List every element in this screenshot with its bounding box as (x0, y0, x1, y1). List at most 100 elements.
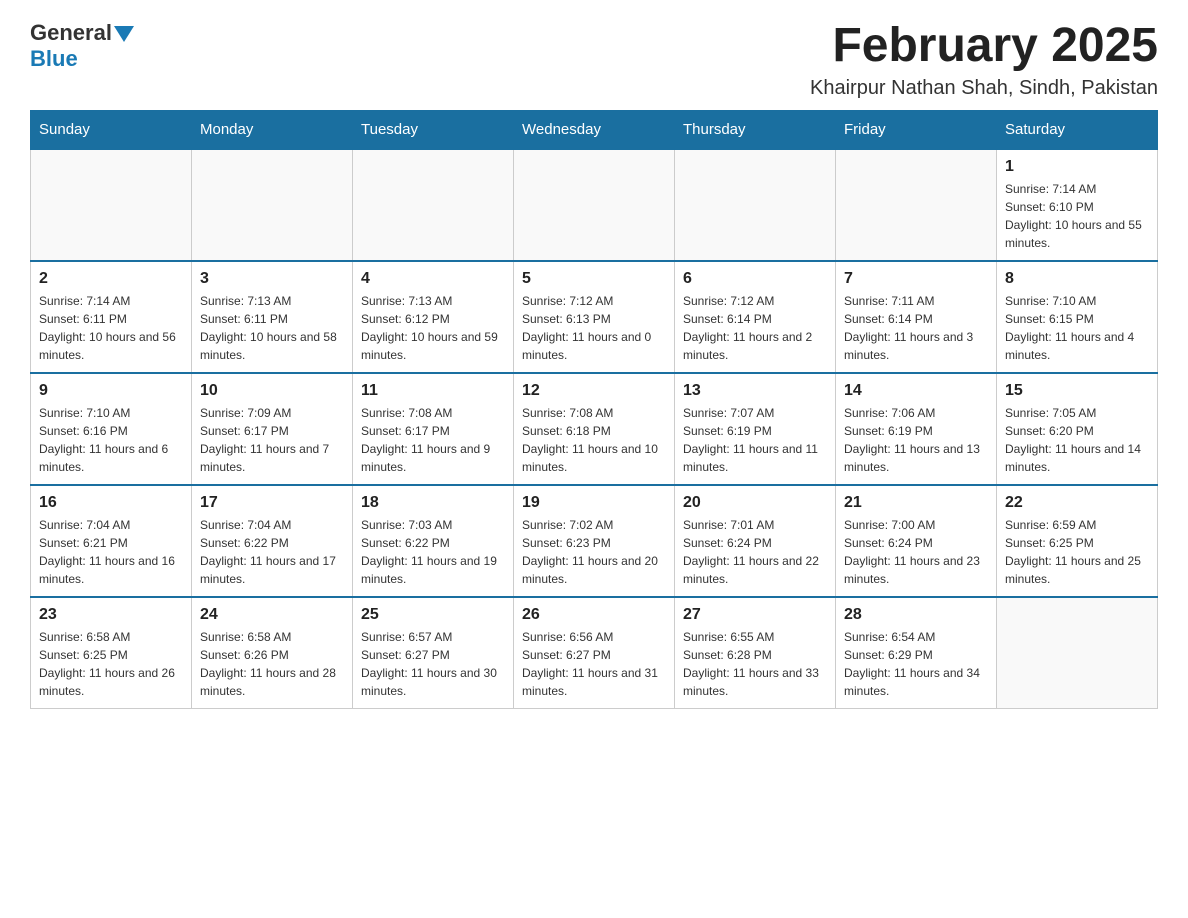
calendar-week-row: 23 Sunrise: 6:58 AMSunset: 6:25 PMDaylig… (31, 597, 1158, 709)
calendar-week-row: 9 Sunrise: 7:10 AMSunset: 6:16 PMDayligh… (31, 373, 1158, 485)
month-title: February 2025 (810, 20, 1158, 73)
calendar-header: SundayMondayTuesdayWednesdayThursdayFrid… (31, 110, 1158, 149)
calendar-cell: 12 Sunrise: 7:08 AMSunset: 6:18 PMDaylig… (514, 373, 675, 485)
calendar-cell: 23 Sunrise: 6:58 AMSunset: 6:25 PMDaylig… (31, 597, 192, 709)
day-info: Sunrise: 7:07 AMSunset: 6:19 PMDaylight:… (683, 404, 827, 476)
day-info: Sunrise: 7:06 AMSunset: 6:19 PMDaylight:… (844, 404, 988, 476)
calendar-cell: 6 Sunrise: 7:12 AMSunset: 6:14 PMDayligh… (675, 261, 836, 373)
day-number: 10 (200, 382, 344, 400)
calendar-week-row: 16 Sunrise: 7:04 AMSunset: 6:21 PMDaylig… (31, 485, 1158, 597)
logo: General Blue (30, 20, 134, 72)
calendar-table: SundayMondayTuesdayWednesdayThursdayFrid… (30, 110, 1158, 709)
day-number: 17 (200, 494, 344, 512)
weekday-header-thursday: Thursday (675, 110, 836, 149)
day-number: 15 (1005, 382, 1149, 400)
logo-triangle-icon (114, 26, 134, 42)
calendar-cell (675, 149, 836, 261)
calendar-cell: 19 Sunrise: 7:02 AMSunset: 6:23 PMDaylig… (514, 485, 675, 597)
calendar-cell: 20 Sunrise: 7:01 AMSunset: 6:24 PMDaylig… (675, 485, 836, 597)
day-info: Sunrise: 6:58 AMSunset: 6:25 PMDaylight:… (39, 628, 183, 700)
calendar-cell: 18 Sunrise: 7:03 AMSunset: 6:22 PMDaylig… (353, 485, 514, 597)
day-info: Sunrise: 7:10 AMSunset: 6:15 PMDaylight:… (1005, 292, 1149, 364)
calendar-cell (514, 149, 675, 261)
day-info: Sunrise: 6:55 AMSunset: 6:28 PMDaylight:… (683, 628, 827, 700)
calendar-cell: 25 Sunrise: 6:57 AMSunset: 6:27 PMDaylig… (353, 597, 514, 709)
calendar-cell: 9 Sunrise: 7:10 AMSunset: 6:16 PMDayligh… (31, 373, 192, 485)
day-info: Sunrise: 7:05 AMSunset: 6:20 PMDaylight:… (1005, 404, 1149, 476)
calendar-cell: 27 Sunrise: 6:55 AMSunset: 6:28 PMDaylig… (675, 597, 836, 709)
title-section: February 2025 Khairpur Nathan Shah, Sind… (810, 20, 1158, 100)
day-info: Sunrise: 7:12 AMSunset: 6:14 PMDaylight:… (683, 292, 827, 364)
calendar-cell: 1 Sunrise: 7:14 AMSunset: 6:10 PMDayligh… (997, 149, 1158, 261)
day-number: 22 (1005, 494, 1149, 512)
day-info: Sunrise: 7:12 AMSunset: 6:13 PMDaylight:… (522, 292, 666, 364)
day-number: 14 (844, 382, 988, 400)
weekday-header-row: SundayMondayTuesdayWednesdayThursdayFrid… (31, 110, 1158, 149)
day-number: 11 (361, 382, 505, 400)
day-info: Sunrise: 6:54 AMSunset: 6:29 PMDaylight:… (844, 628, 988, 700)
calendar-cell: 10 Sunrise: 7:09 AMSunset: 6:17 PMDaylig… (192, 373, 353, 485)
calendar-cell: 22 Sunrise: 6:59 AMSunset: 6:25 PMDaylig… (997, 485, 1158, 597)
day-info: Sunrise: 7:13 AMSunset: 6:11 PMDaylight:… (200, 292, 344, 364)
logo-blue-text: Blue (30, 46, 78, 72)
calendar-cell: 24 Sunrise: 6:58 AMSunset: 6:26 PMDaylig… (192, 597, 353, 709)
calendar-cell (31, 149, 192, 261)
calendar-cell: 14 Sunrise: 7:06 AMSunset: 6:19 PMDaylig… (836, 373, 997, 485)
day-info: Sunrise: 7:04 AMSunset: 6:22 PMDaylight:… (200, 516, 344, 588)
day-info: Sunrise: 6:58 AMSunset: 6:26 PMDaylight:… (200, 628, 344, 700)
page-header: General Blue February 2025 Khairpur Nath… (30, 20, 1158, 100)
calendar-cell: 8 Sunrise: 7:10 AMSunset: 6:15 PMDayligh… (997, 261, 1158, 373)
day-info: Sunrise: 7:00 AMSunset: 6:24 PMDaylight:… (844, 516, 988, 588)
day-info: Sunrise: 7:08 AMSunset: 6:17 PMDaylight:… (361, 404, 505, 476)
day-number: 18 (361, 494, 505, 512)
calendar-cell: 7 Sunrise: 7:11 AMSunset: 6:14 PMDayligh… (836, 261, 997, 373)
calendar-body: 1 Sunrise: 7:14 AMSunset: 6:10 PMDayligh… (31, 149, 1158, 709)
weekday-header-tuesday: Tuesday (353, 110, 514, 149)
weekday-header-wednesday: Wednesday (514, 110, 675, 149)
day-number: 16 (39, 494, 183, 512)
calendar-cell: 21 Sunrise: 7:00 AMSunset: 6:24 PMDaylig… (836, 485, 997, 597)
calendar-cell (192, 149, 353, 261)
day-number: 12 (522, 382, 666, 400)
day-number: 27 (683, 606, 827, 624)
calendar-cell (353, 149, 514, 261)
calendar-cell (997, 597, 1158, 709)
day-number: 3 (200, 270, 344, 288)
day-info: Sunrise: 7:01 AMSunset: 6:24 PMDaylight:… (683, 516, 827, 588)
day-info: Sunrise: 7:09 AMSunset: 6:17 PMDaylight:… (200, 404, 344, 476)
calendar-week-row: 1 Sunrise: 7:14 AMSunset: 6:10 PMDayligh… (31, 149, 1158, 261)
day-number: 1 (1005, 158, 1149, 176)
day-number: 28 (844, 606, 988, 624)
calendar-cell: 16 Sunrise: 7:04 AMSunset: 6:21 PMDaylig… (31, 485, 192, 597)
day-number: 24 (200, 606, 344, 624)
day-number: 26 (522, 606, 666, 624)
weekday-header-sunday: Sunday (31, 110, 192, 149)
calendar-cell: 4 Sunrise: 7:13 AMSunset: 6:12 PMDayligh… (353, 261, 514, 373)
calendar-cell: 13 Sunrise: 7:07 AMSunset: 6:19 PMDaylig… (675, 373, 836, 485)
day-number: 8 (1005, 270, 1149, 288)
day-number: 23 (39, 606, 183, 624)
day-number: 20 (683, 494, 827, 512)
logo-general-text: General (30, 20, 112, 46)
calendar-cell: 28 Sunrise: 6:54 AMSunset: 6:29 PMDaylig… (836, 597, 997, 709)
day-info: Sunrise: 7:14 AMSunset: 6:10 PMDaylight:… (1005, 180, 1149, 252)
calendar-week-row: 2 Sunrise: 7:14 AMSunset: 6:11 PMDayligh… (31, 261, 1158, 373)
weekday-header-saturday: Saturday (997, 110, 1158, 149)
day-number: 2 (39, 270, 183, 288)
day-number: 6 (683, 270, 827, 288)
day-number: 7 (844, 270, 988, 288)
calendar-cell (836, 149, 997, 261)
day-number: 9 (39, 382, 183, 400)
day-number: 25 (361, 606, 505, 624)
day-info: Sunrise: 6:56 AMSunset: 6:27 PMDaylight:… (522, 628, 666, 700)
day-info: Sunrise: 7:14 AMSunset: 6:11 PMDaylight:… (39, 292, 183, 364)
day-number: 4 (361, 270, 505, 288)
location-text: Khairpur Nathan Shah, Sindh, Pakistan (810, 77, 1158, 100)
calendar-cell: 5 Sunrise: 7:12 AMSunset: 6:13 PMDayligh… (514, 261, 675, 373)
calendar-cell: 3 Sunrise: 7:13 AMSunset: 6:11 PMDayligh… (192, 261, 353, 373)
day-info: Sunrise: 7:08 AMSunset: 6:18 PMDaylight:… (522, 404, 666, 476)
day-number: 19 (522, 494, 666, 512)
calendar-cell: 11 Sunrise: 7:08 AMSunset: 6:17 PMDaylig… (353, 373, 514, 485)
calendar-cell: 17 Sunrise: 7:04 AMSunset: 6:22 PMDaylig… (192, 485, 353, 597)
day-number: 21 (844, 494, 988, 512)
